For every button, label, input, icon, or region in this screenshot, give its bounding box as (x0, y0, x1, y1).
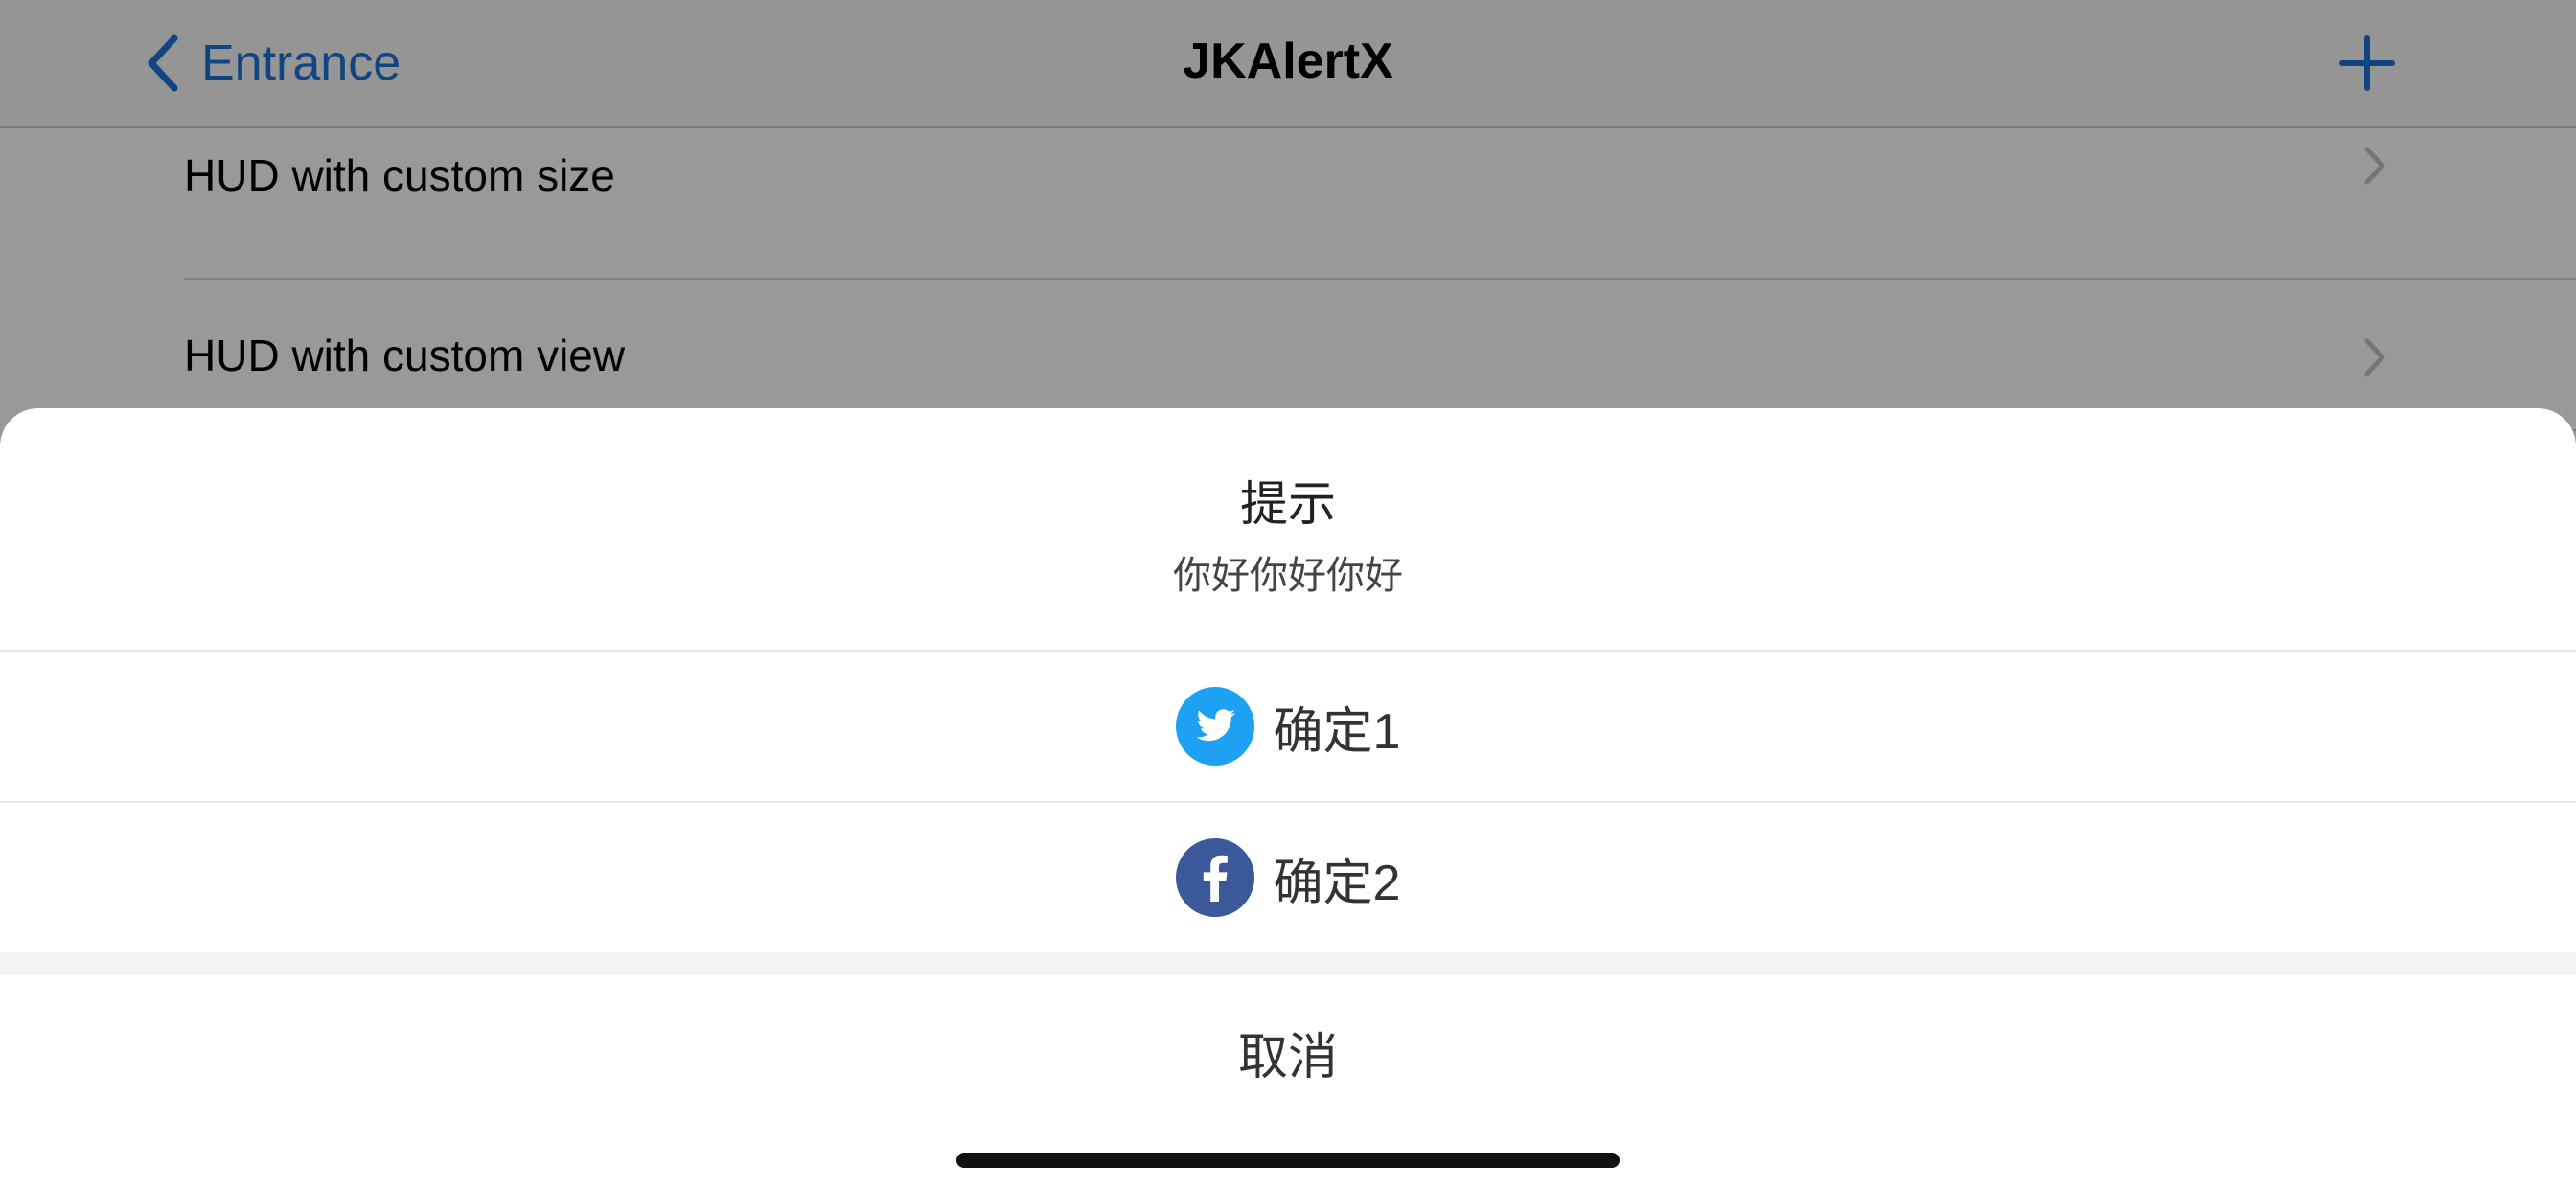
confirm-1-button[interactable]: 确定1 (0, 652, 2576, 801)
screen: Entrance JKAlertX HUD with custom size H… (0, 0, 2576, 1190)
action-sheet-message: 你好你好你好 (1173, 555, 1403, 597)
home-indicator (956, 1153, 1620, 1168)
confirm-2-label: 确定2 (1273, 855, 1401, 911)
twitter-icon (1175, 687, 1254, 766)
cancel-separator (0, 952, 2576, 975)
confirm-1-label: 确定1 (1273, 703, 1401, 760)
cancel-button[interactable]: 取消 (0, 975, 2576, 1129)
action-sheet-header: 提示 你好你好你好 (0, 408, 2576, 650)
action-sheet-title: 提示 (1240, 477, 1336, 531)
cancel-label: 取消 (1237, 1029, 1338, 1086)
facebook-icon (1175, 838, 1254, 917)
action-sheet: 提示 你好你好你好 确定1 确定2 取消 (0, 408, 2576, 1190)
confirm-2-button[interactable]: 确定2 (0, 803, 2576, 952)
